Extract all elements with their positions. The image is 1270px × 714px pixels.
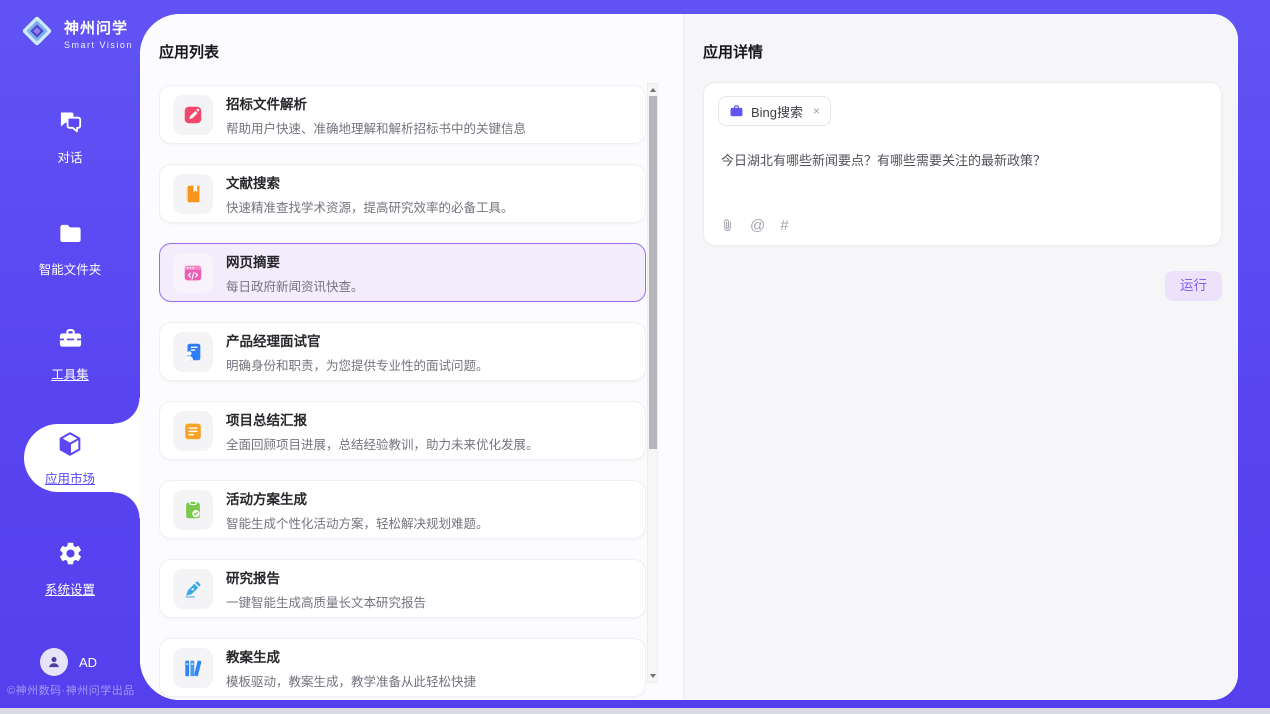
app-card-list: 招标文件解析 帮助用户快速、准确地理解和解析招标书中的关键信息 — [159, 85, 646, 700]
hash-icon[interactable]: # — [780, 217, 788, 234]
app-icon-tile — [173, 332, 213, 372]
app-desc: 模板驱动，教案生成，教学准备从此轻松快捷 — [226, 671, 476, 690]
interview-icon — [182, 341, 204, 363]
app-list-panel: 应用列表 招标文件解析 帮助用户快速 — [140, 14, 683, 700]
sidebar-item-label: 工具集 — [51, 364, 89, 383]
app-desc: 一键智能生成高质量长文本研究报告 — [226, 592, 426, 611]
app-desc: 智能生成个性化活动方案，轻松解决规划难题。 — [226, 513, 489, 532]
app-icon-tile — [173, 95, 213, 135]
app-desc: 每日政府新闻资讯快查。 — [226, 276, 364, 295]
sidebar: 神州问学 Smart Vision 对话 智能文件夹 — [0, 0, 140, 708]
brand-name: 神州问学 — [64, 17, 133, 38]
summary-list-icon — [182, 420, 204, 442]
app-icon-tile — [173, 648, 213, 688]
app-name: 研究报告 — [226, 567, 426, 587]
sidebar-item-label: 应用市场 — [45, 468, 95, 487]
brand-logo: 神州问学 Smart Vision — [18, 12, 133, 55]
scroll-down-arrow[interactable] — [648, 670, 657, 682]
app-card-bid-parse[interactable]: 招标文件解析 帮助用户快速、准确地理解和解析招标书中的关键信息 — [159, 85, 646, 144]
app-card-literature-search[interactable]: 文献搜索 快速精准查找学术资源，提高研究效率的必备工具。 — [159, 164, 646, 223]
ink-pen-icon — [182, 578, 204, 600]
scrollbar-thumb[interactable] — [649, 96, 657, 449]
app-icon-tile — [173, 490, 213, 530]
copyright-footer: ©神州数码·神州问学出品 — [7, 682, 140, 698]
app-name: 产品经理面试官 — [226, 330, 489, 350]
app-desc: 全面回顾项目进展，总结经验教训，助力未来优化发展。 — [226, 434, 539, 453]
diamond-logo-icon — [18, 12, 56, 55]
sidebar-item-app-market[interactable]: 应用市场 — [24, 424, 140, 492]
run-button[interactable]: 运行 — [1165, 271, 1222, 301]
avatar — [40, 648, 68, 676]
gear-icon — [57, 540, 84, 572]
close-icon[interactable]: × — [813, 104, 820, 118]
paperclip-icon[interactable] — [720, 217, 735, 234]
document-edit-icon — [182, 104, 204, 126]
app-icon-tile — [173, 411, 213, 451]
book-icon — [182, 183, 204, 205]
app-icon-tile — [173, 569, 213, 609]
content-shell: 应用列表 招标文件解析 帮助用户快速 — [140, 14, 1238, 700]
sidebar-item-smart-folders[interactable]: 智能文件夹 — [0, 220, 140, 278]
folder-icon — [57, 220, 84, 252]
app-name: 招标文件解析 — [226, 93, 526, 113]
app-list-title: 应用列表 — [159, 41, 219, 62]
briefcase-icon — [729, 104, 744, 119]
sidebar-item-label: 智能文件夹 — [39, 259, 102, 278]
app-name: 文献搜索 — [226, 172, 514, 192]
user-initials: AD — [79, 655, 97, 670]
sidebar-item-toolset[interactable]: 工具集 — [0, 325, 140, 383]
mention-icon[interactable]: @ — [750, 217, 765, 234]
sidebar-item-settings[interactable]: 系统设置 — [0, 540, 140, 598]
app-icon-tile — [173, 174, 213, 214]
tool-tag-label: Bing搜索 — [751, 102, 803, 121]
app-name: 项目总结汇报 — [226, 409, 539, 429]
prompt-input[interactable]: 今日湖北有哪些新闻要点？有哪些需要关注的最新政策？ — [721, 151, 1205, 171]
app-frame: 神州问学 Smart Vision 对话 智能文件夹 — [0, 0, 1270, 708]
app-card-web-summary[interactable]: 网页摘要 每日政府新闻资讯快查。 — [159, 243, 646, 302]
app-name: 活动方案生成 — [226, 488, 489, 508]
app-desc: 帮助用户快速、准确地理解和解析招标书中的关键信息 — [226, 118, 526, 137]
tool-tag-bing-search[interactable]: Bing搜索 × — [718, 96, 831, 126]
browser-code-icon — [182, 262, 204, 284]
sidebar-item-label: 系统设置 — [45, 579, 95, 598]
app-name: 网页摘要 — [226, 251, 364, 271]
app-card-lesson-plan[interactable]: 教案生成 模板驱动，教案生成，教学准备从此轻松快捷 — [159, 638, 646, 697]
app-desc: 快速精准查找学术资源，提高研究效率的必备工具。 — [226, 197, 514, 216]
composer-toolbar: @ # — [720, 217, 789, 234]
books-icon — [182, 657, 204, 679]
app-desc: 明确身份和职责，为您提供专业性的面试问题。 — [226, 355, 489, 374]
sidebar-item-chat[interactable]: 对话 — [0, 108, 140, 166]
scrollbar[interactable] — [647, 83, 658, 683]
scroll-up-arrow[interactable] — [648, 84, 657, 96]
app-name: 教案生成 — [226, 646, 476, 666]
app-detail-panel: 应用详情 Bing搜索 × 今日湖北有哪些新闻要点？有哪些需要关注的最新政策？ — [683, 14, 1238, 700]
app-card-project-summary[interactable]: 项目总结汇报 全面回顾项目进展，总结经验教训，助力未来优化发展。 — [159, 401, 646, 460]
app-card-event-plan[interactable]: 活动方案生成 智能生成个性化活动方案，轻松解决规划难题。 — [159, 480, 646, 539]
cube-icon — [56, 430, 84, 463]
app-card-pm-interviewer[interactable]: 产品经理面试官 明确身份和职责，为您提供专业性的面试问题。 — [159, 322, 646, 381]
user-account[interactable]: AD — [40, 648, 97, 676]
app-icon-tile — [173, 253, 213, 293]
clipboard-check-icon — [182, 499, 204, 521]
chat-icon — [57, 108, 84, 140]
app-detail-title: 应用详情 — [703, 41, 763, 62]
toolbox-icon — [57, 325, 84, 357]
brand-subtitle: Smart Vision — [64, 40, 133, 50]
prompt-card: Bing搜索 × 今日湖北有哪些新闻要点？有哪些需要关注的最新政策？ @ # — [703, 82, 1222, 246]
app-card-research-report[interactable]: 研究报告 一键智能生成高质量长文本研究报告 — [159, 559, 646, 618]
sidebar-item-label: 对话 — [57, 147, 82, 166]
